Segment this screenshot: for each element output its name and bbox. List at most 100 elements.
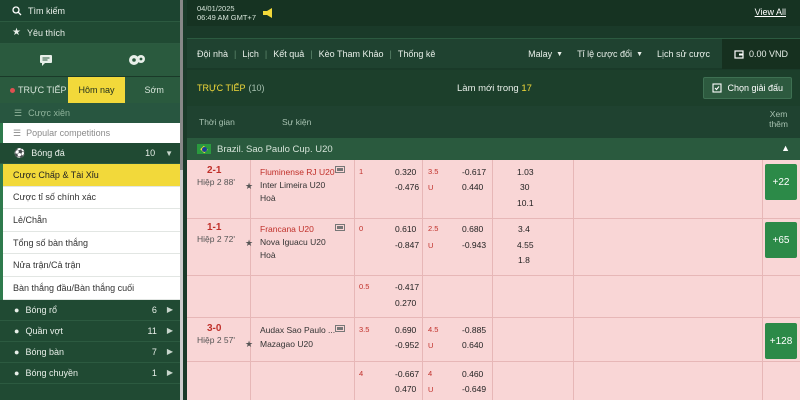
datetime: 04/01/2025 06:49 AM GMT+7	[197, 4, 256, 22]
live-title: TRỰC TIẾP	[197, 83, 246, 93]
cuoc-xien-item[interactable]: ☰ Cược xiên	[0, 103, 183, 123]
odds-change-select[interactable]: Tỉ lệ cược đổi ▼	[577, 49, 643, 59]
odd-cell[interactable]: 0.460	[462, 369, 483, 379]
odd-cell[interactable]: -0.943	[462, 240, 486, 250]
odd-cell[interactable]: -0.885	[462, 325, 486, 335]
draw-label: Hoà	[260, 193, 276, 203]
sidebar-item-volleyball[interactable]: ● Bóng chuyền 1 ▶	[0, 363, 183, 384]
star-icon[interactable]: ★	[245, 339, 253, 350]
bet-type-item[interactable]: Bàn thắng đầu/Bàn thắng cuối	[3, 277, 183, 300]
bet-type-item[interactable]: Tổng số bàn thắng	[3, 232, 183, 255]
search-icon	[12, 5, 22, 15]
sport-label: Bóng bàn	[25, 346, 64, 357]
nav-statistics[interactable]: Thống kê	[398, 49, 436, 59]
odds-format-select[interactable]: Malay ▼	[528, 49, 563, 59]
bet-type-item[interactable]: Cược Chấp & Tài Xỉu	[3, 164, 183, 187]
sport-label: Bóng chuyền	[25, 367, 78, 378]
chevron-down-icon: ▼	[556, 50, 564, 58]
sidebar-search[interactable]: Tìm kiếm	[0, 0, 183, 22]
nav-divider: |	[389, 48, 392, 59]
sidebar: Tìm kiếm ★ Yêu thích TRỰC TIẾP Hôm nay S…	[0, 0, 184, 400]
sidebar-favorites[interactable]: ★ Yêu thích	[0, 22, 183, 44]
odd-cell[interactable]: -0.476	[395, 182, 419, 192]
odd-cell[interactable]: -0.952	[395, 340, 419, 350]
nav-reference-odds[interactable]: Kèo Tham Khảo	[319, 49, 384, 59]
odd-cell[interactable]: 0.690	[395, 325, 416, 335]
popular-label: Popular competitions	[26, 128, 111, 138]
megaphone-icon[interactable]	[262, 8, 274, 18]
odd-cell[interactable]: 0.470	[395, 384, 416, 394]
match-list: 2-1 Hiệp 2 88' Fluminense RJ U20 Inter L…	[187, 160, 800, 400]
sidebar-scrollbar-thumb[interactable]	[180, 0, 183, 170]
odd-cell[interactable]: -0.617	[462, 167, 486, 177]
chevron-right-icon: ▶	[166, 305, 173, 315]
more-bets-button[interactable]: +22	[765, 164, 797, 200]
odd-cell[interactable]: 3.4	[518, 224, 530, 234]
nav-right-group: Malay ▼ Tỉ lệ cược đổi ▼ Lịch sử cược 0.…	[528, 39, 800, 69]
sidebar-item-football[interactable]: ⚽ Bóng đá 10 ▼	[0, 143, 183, 164]
live-stream-icon[interactable]	[335, 325, 345, 332]
nav-home-team[interactable]: Đội nhà	[197, 49, 228, 59]
choose-league-label: Chọn giải đấu	[727, 83, 783, 93]
live-stream-icon[interactable]	[335, 166, 345, 173]
nav-results[interactable]: Kết quả	[273, 49, 304, 59]
odd-cell[interactable]: -0.667	[395, 369, 419, 379]
bet-type-item[interactable]: Lẻ/Chẵn	[3, 209, 183, 232]
tab-live[interactable]: TRỰC TIẾP	[0, 77, 68, 103]
choose-league-button[interactable]: Chọn giải đấu	[703, 77, 792, 99]
sidebar-item-basketball[interactable]: ● Bóng rổ 6 ▶	[0, 300, 183, 321]
live-header: TRỰC TIẾP (10) Làm mới trong 17 Chọn giả…	[187, 70, 800, 106]
nav-bar: Đội nhà | Lịch | Kết quả | Kèo Tham Khảo…	[187, 38, 800, 69]
view-all-link[interactable]: View All	[755, 7, 786, 17]
odd-cell[interactable]: 1.8	[518, 255, 530, 265]
sidebar-item-table-tennis[interactable]: ● Bóng bàn 7 ▶	[0, 342, 183, 363]
odd-cell[interactable]: 10.1	[517, 198, 534, 208]
sports-button[interactable]	[107, 49, 167, 71]
chevron-right-icon: ▶	[166, 347, 173, 357]
odd-cell[interactable]: 0.640	[462, 340, 483, 350]
odd-cell[interactable]: -0.649	[462, 384, 486, 394]
brazil-flag-icon	[197, 144, 211, 154]
chevron-up-icon[interactable]: ▲	[781, 143, 790, 153]
star-icon[interactable]: ★	[245, 238, 253, 249]
volleyball-icon: ●	[14, 367, 20, 378]
odd-cell[interactable]: 30	[520, 182, 529, 192]
tennis-icon: ●	[14, 325, 20, 336]
nav-schedule[interactable]: Lịch	[242, 49, 259, 59]
table-row: 4 -0.667 0.470 4 U 0.460 -0.649	[187, 362, 800, 400]
filter-icon	[712, 83, 723, 93]
more-bets-button[interactable]: +128	[765, 323, 797, 359]
bet-type-item[interactable]: Nửa trận/Cả trận	[3, 254, 183, 277]
league-header[interactable]: Brazil. Sao Paulo Cup. U20 ▲	[187, 138, 800, 160]
bet-type-item[interactable]: Cược tỉ số chính xác	[3, 187, 183, 210]
sport-count: 11	[147, 325, 157, 336]
live-stream-icon[interactable]	[335, 224, 345, 231]
odd-cell[interactable]: -0.417	[395, 282, 419, 292]
chat-icon	[39, 55, 52, 66]
balance-box[interactable]: 0.00 VND	[721, 39, 800, 69]
handicap-line: 1	[359, 167, 364, 176]
live-count: (10)	[248, 83, 265, 93]
tab-early[interactable]: Sớm	[125, 77, 184, 103]
refresh-timer[interactable]: Làm mới trong 17	[457, 83, 532, 94]
table-tennis-icon: ●	[14, 346, 20, 357]
odd-cell[interactable]: 0.440	[462, 182, 483, 192]
odd-cell[interactable]: 4.55	[517, 240, 534, 250]
bet-history-link[interactable]: Lịch sử cược	[657, 49, 710, 59]
odd-cell[interactable]: 0.320	[395, 167, 416, 177]
sidebar-tabs: TRỰC TIẾP Hôm nay Sớm	[0, 77, 184, 103]
odd-cell[interactable]: 0.610	[395, 224, 416, 234]
col-event: Sự kiện	[282, 117, 312, 127]
chevron-right-icon: ▶	[166, 326, 173, 336]
more-bets-button[interactable]: +65	[765, 222, 797, 258]
sidebar-item-tennis[interactable]: ● Quần vợt 11 ▶	[0, 321, 183, 342]
chat-button[interactable]	[16, 49, 76, 71]
tab-today[interactable]: Hôm nay	[67, 77, 126, 103]
popular-competitions-item[interactable]: ☰ Popular competitions	[0, 123, 183, 143]
odd-cell[interactable]: 0.270	[395, 298, 416, 308]
wallet-icon	[734, 50, 744, 59]
odd-cell[interactable]: 1.03	[517, 167, 534, 177]
odd-cell[interactable]: 0.680	[462, 224, 483, 234]
odd-cell[interactable]: -0.847	[395, 240, 419, 250]
star-icon[interactable]: ★	[245, 181, 253, 192]
